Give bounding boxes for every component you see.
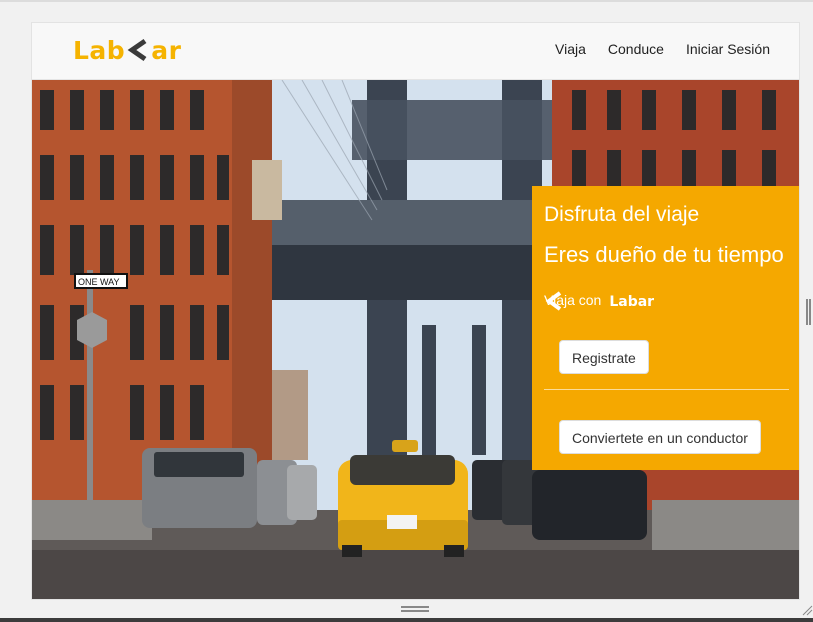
chevron-left-icon xyxy=(127,38,147,62)
become-driver-button[interactable]: Conviertete en un conductor xyxy=(559,420,761,454)
card-divider xyxy=(544,389,789,390)
horizontal-resize-handle[interactable] xyxy=(401,606,429,612)
street-sign-text: ONE WAY xyxy=(78,277,120,287)
brand-logo-right: ar xyxy=(151,35,182,65)
brand-logo-left: Lab xyxy=(73,35,126,65)
landing-page: Lab ar Viaja Conduce Iniciar Sesión ONE … xyxy=(31,22,800,600)
hero-headline-2: Eres dueño de tu tiempo xyxy=(544,242,784,267)
nav-links: Viaja Conduce Iniciar Sesión xyxy=(555,41,770,57)
hero-card: Disfruta del viaje Eres dueño de tu tiem… xyxy=(532,186,799,470)
vertical-resize-handle[interactable] xyxy=(806,299,811,325)
brand-logo[interactable]: Lab ar xyxy=(73,33,181,67)
card-brand-right: ar xyxy=(637,294,655,310)
hero-section: ONE WAY Disfruta del viaje Eres dueño de… xyxy=(32,80,799,599)
chevron-left-icon xyxy=(545,291,562,311)
hero-headline-1: Disfruta del viaje xyxy=(544,203,700,226)
card-brand-logo: Lab ar xyxy=(545,291,655,311)
viaja-con-row: Viaja con Lab ar xyxy=(544,290,655,311)
register-button[interactable]: Registrate xyxy=(559,340,649,374)
card-brand-left: Lab xyxy=(609,294,638,310)
window-bottom-border xyxy=(0,618,813,622)
window-top-border xyxy=(0,0,813,2)
nav-link-conduce[interactable]: Conduce xyxy=(608,41,664,57)
nav-link-viaja[interactable]: Viaja xyxy=(555,41,586,57)
resize-handle-icon[interactable] xyxy=(801,604,813,616)
browser-viewport: Lab ar Viaja Conduce Iniciar Sesión ONE … xyxy=(0,0,813,622)
nav-link-iniciar-sesion[interactable]: Iniciar Sesión xyxy=(686,41,770,57)
navbar: Lab ar Viaja Conduce Iniciar Sesión xyxy=(32,23,799,80)
